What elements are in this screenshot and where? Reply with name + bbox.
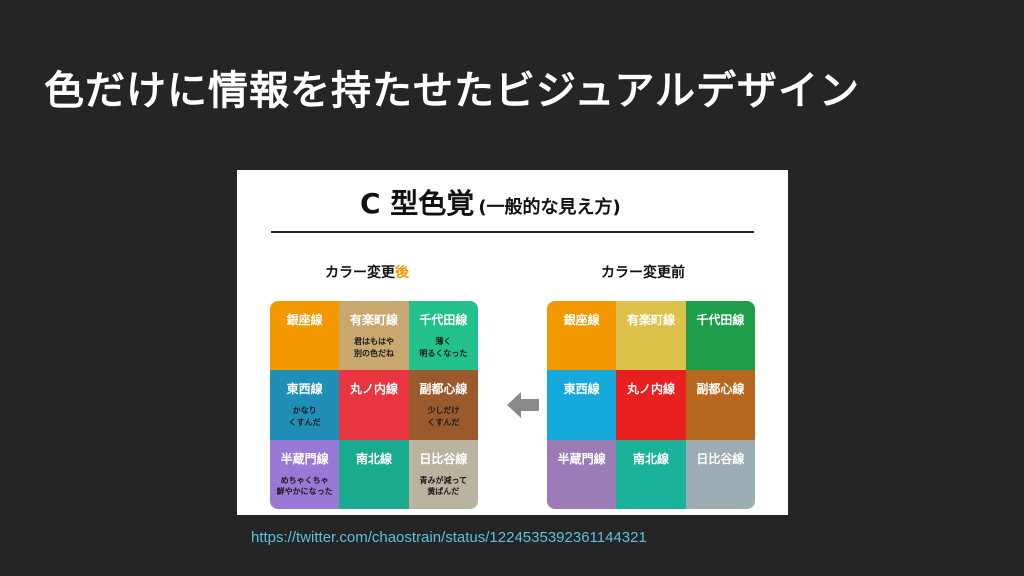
- line-cell: 日比谷線: [685, 439, 755, 509]
- line-cell: 有楽町線: [616, 301, 686, 371]
- line-cell: 千代田線: [685, 301, 755, 371]
- line-cell: 銀座線: [547, 301, 617, 371]
- line-cell: 東西線かなり くすんだ: [270, 370, 340, 440]
- line-name: 丸ノ内線: [626, 382, 675, 397]
- line-note: 君はもはや 別の色だね: [353, 337, 394, 358]
- line-cell: 丸ノ内線: [339, 370, 409, 440]
- line-cell: 副都心線少しだけ くすんだ: [408, 370, 478, 440]
- line-name: 千代田線: [419, 313, 468, 327]
- line-cell: 半蔵門線めちゃくちゃ 鮮やかになった: [270, 439, 340, 509]
- line-cell: 東西線: [547, 370, 617, 440]
- figure-heading-sub: (一般的な見え方): [478, 197, 621, 218]
- line-cell: 半蔵門線: [547, 439, 617, 509]
- slide-title: 色だけに情報を持たせたビジュアルデザイン: [44, 68, 860, 114]
- line-grid-after: 銀座線 有楽町線 君はもはや 別の色だね 千代田線 薄く 明るくなった 東西線 かなり くす…: [270, 301, 478, 509]
- line-name: 半蔵門線: [280, 451, 329, 466]
- line-cell: 丸ノ内線: [616, 370, 686, 440]
- line-note: かなり くすんだ: [288, 406, 321, 427]
- line-note: 少しだけ くすんだ: [427, 406, 460, 427]
- left-arrow-icon: [507, 392, 539, 418]
- line-name: 有楽町線: [349, 313, 398, 327]
- source-link[interactable]: https://twitter.com/chaostrain/status/12…: [251, 529, 647, 546]
- line-cell: 千代田線薄く 明るくなった: [408, 301, 478, 371]
- figure-heading-main: C 型色覚: [360, 187, 475, 220]
- figure-heading: C 型色覚 (一般的な見え方): [360, 182, 621, 222]
- line-name: 半蔵門線: [557, 451, 606, 466]
- line-name: 日比谷線: [696, 451, 745, 466]
- color-vision-figure: C 型色覚 (一般的な見え方) カラー変更後 カラー変更前 銀座線 有楽町線君はも…: [237, 170, 788, 515]
- line-cell: 日比谷線青みが減って 黄ばんだ: [408, 439, 478, 509]
- caption-before: カラー変更前: [601, 265, 685, 281]
- line-cell: 南北線: [339, 439, 409, 509]
- line-cell: 南北線: [616, 439, 686, 509]
- caption-after: カラー変更後: [325, 262, 409, 282]
- line-grid-before: 銀座線 有楽町線 千代田線東西線 丸ノ内線 副都心線半蔵門線 南北線 日比谷線: [547, 301, 755, 509]
- heading-divider: [271, 231, 754, 233]
- line-name: 南北線: [355, 451, 392, 466]
- line-name: 丸ノ内線: [349, 382, 398, 397]
- line-name: 副都心線: [419, 382, 468, 397]
- line-name: 東西線: [286, 382, 323, 397]
- line-cell: 銀座線: [270, 301, 340, 371]
- line-name: 南北線: [632, 451, 669, 466]
- line-name: 日比谷線: [419, 451, 468, 466]
- line-note: 青みが減って 黄ばんだ: [419, 475, 468, 497]
- line-name: 有楽町線: [626, 313, 675, 327]
- line-name: 東西線: [563, 382, 600, 397]
- caption-after-accent: 後: [395, 265, 409, 281]
- line-note: 薄く 明るくなった: [419, 337, 468, 358]
- line-name: 銀座線: [563, 313, 600, 327]
- line-note: めちゃくちゃ 鮮やかになった: [276, 475, 333, 497]
- caption-after-prefix: カラー変更: [325, 265, 395, 281]
- line-name: 副都心線: [696, 382, 745, 397]
- line-name: 千代田線: [696, 313, 745, 327]
- line-cell: 副都心線: [685, 370, 755, 440]
- line-cell: 有楽町線君はもはや 別の色だね: [339, 301, 409, 371]
- line-name: 銀座線: [286, 313, 323, 327]
